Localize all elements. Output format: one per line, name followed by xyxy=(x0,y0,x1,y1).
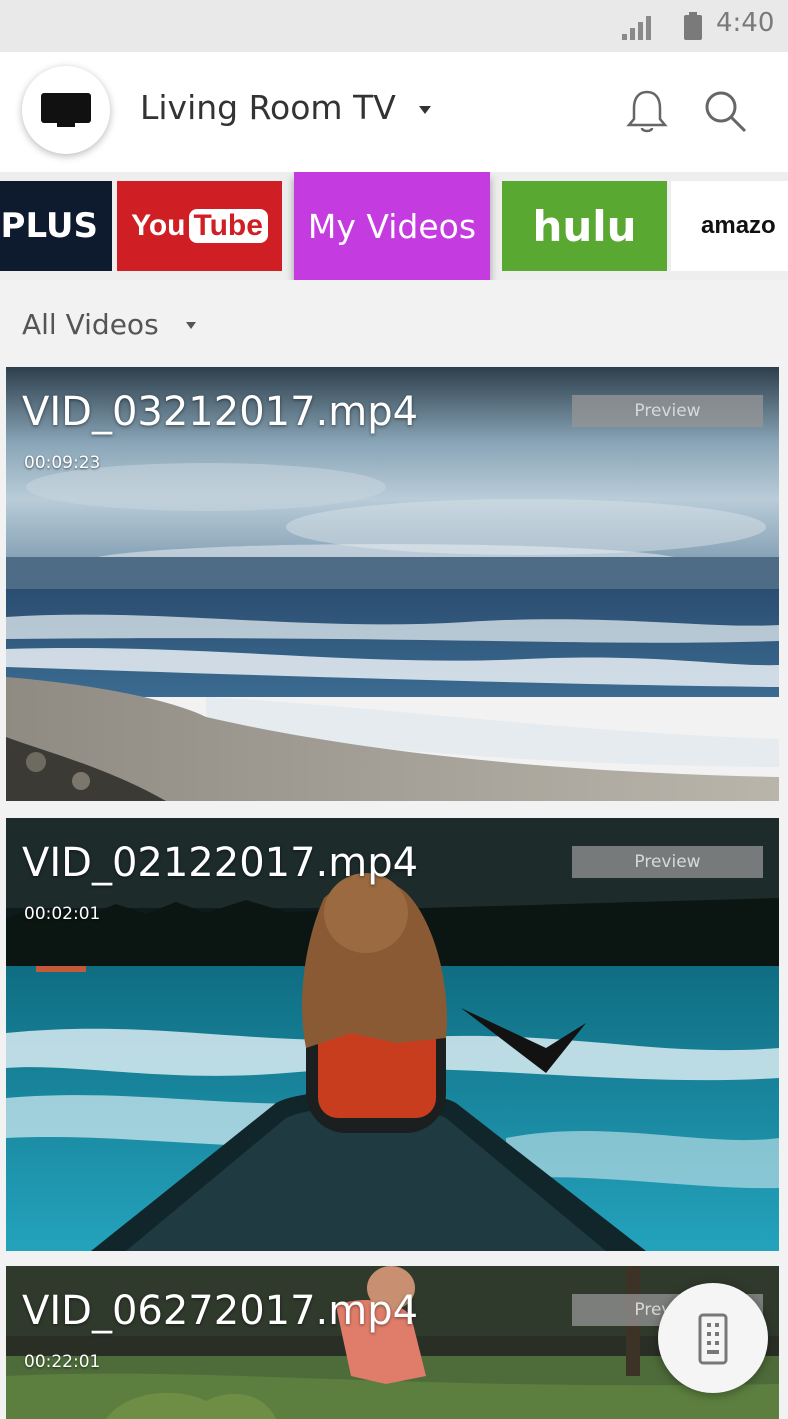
status-bar: 4:40 xyxy=(0,0,788,52)
app-tile-my-videos[interactable]: My Videos xyxy=(294,172,490,280)
bell-icon[interactable] xyxy=(626,88,668,134)
app-tile-youtube[interactable]: You Tube xyxy=(117,181,282,271)
tv-icon xyxy=(41,93,91,127)
video-duration: 00:22:01 xyxy=(24,1352,101,1372)
video-duration: 00:09:23 xyxy=(24,453,101,473)
youtube-logo-tube: Tube xyxy=(188,209,268,243)
app-tile-plus[interactable]: PLUS xyxy=(0,181,112,271)
chevron-down-icon[interactable] xyxy=(186,322,196,329)
preview-button[interactable]: Preview xyxy=(572,395,763,427)
video-title: VID_06272017.mp4 xyxy=(22,1288,419,1334)
device-button[interactable] xyxy=(22,66,110,154)
app-header: Living Room TV xyxy=(0,52,788,172)
video-filter-dropdown[interactable]: All Videos xyxy=(22,308,159,341)
chevron-down-icon[interactable] xyxy=(419,106,431,114)
video-title: VID_03212017.mp4 xyxy=(22,389,419,435)
video-card[interactable]: VID_03212017.mp4 00:09:23 Preview xyxy=(6,367,779,801)
app-tile-amazon[interactable]: amazo xyxy=(671,181,788,271)
app-shortcuts-row: PLUS You Tube hulu amazo My Videos xyxy=(0,172,788,280)
status-time: 4:40 xyxy=(716,8,775,38)
remote-control-button[interactable] xyxy=(658,1283,768,1393)
video-duration: 00:02:01 xyxy=(24,904,101,924)
video-title: VID_02122017.mp4 xyxy=(22,840,419,886)
search-icon[interactable] xyxy=(702,88,748,134)
battery-icon xyxy=(684,12,702,40)
app-tile-hulu[interactable]: hulu xyxy=(502,181,667,271)
device-selector[interactable]: Living Room TV xyxy=(140,88,396,127)
video-card[interactable]: VID_02122017.mp4 00:02:01 Preview xyxy=(6,818,779,1251)
signal-icon xyxy=(622,16,651,40)
preview-button[interactable]: Preview xyxy=(572,846,763,878)
youtube-logo-you: You xyxy=(131,209,186,242)
remote-control-icon xyxy=(698,1313,728,1365)
